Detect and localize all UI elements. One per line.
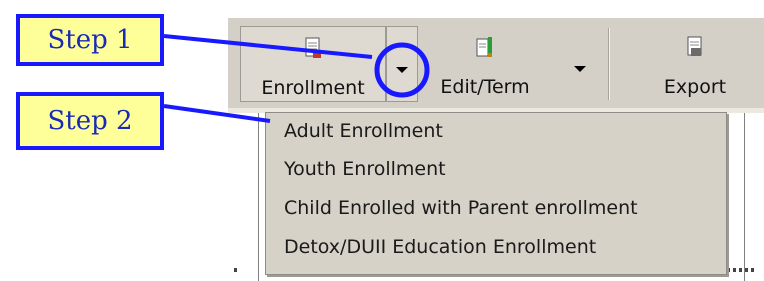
menu-item-youth-enrollment[interactable]: Youth Enrollment [284,158,446,180]
menu-item-child-enrolled-with-parent[interactable]: Child Enrolled with Parent enrollment [284,197,638,219]
export-button[interactable]: Export [640,26,750,102]
enrollment-document-icon [305,37,321,58]
enrollment-button[interactable]: Enrollment [240,26,386,102]
grid-line [744,113,745,281]
dropdown-arrow-icon [574,66,586,72]
enrollment-dropdown-button[interactable] [386,26,418,102]
grid-dots [727,268,757,272]
export-label: Export [663,76,727,98]
edit-term-icon [476,37,492,57]
step2-label: Step 2 [47,106,133,136]
export-icon [687,36,702,56]
step1-label: Step 1 [47,25,133,55]
grid-dots [234,268,240,272]
edit-term-button[interactable]: Edit/Term [420,26,550,102]
menu-item-adult-enrollment[interactable]: Adult Enrollment [284,120,443,142]
edit-term-label: Edit/Term [440,76,530,98]
edit-term-dropdown-button[interactable] [565,26,595,102]
enrollment-label: Enrollment [261,77,365,99]
dropdown-arrow-icon [396,67,408,73]
step1-callout: Step 1 [16,14,164,66]
enrollment-dropdown-menu: Adult Enrollment Youth Enrollment Child … [265,112,727,275]
toolbar-separator [608,28,610,100]
step2-callout: Step 2 [16,92,164,150]
grid-line [258,113,259,281]
menu-item-detox-duii-education[interactable]: Detox/DUII Education Enrollment [284,236,596,258]
